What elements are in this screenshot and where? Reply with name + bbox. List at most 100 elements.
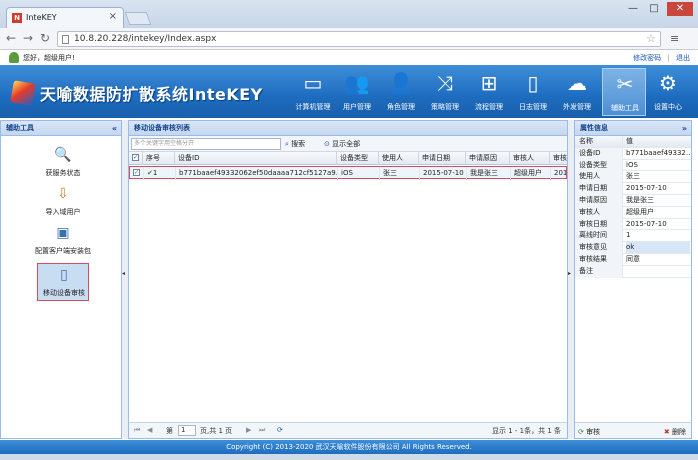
audit-button[interactable]: ⟳ 审核 [578, 427, 600, 437]
prop-key: 审核结果 [575, 253, 623, 266]
tool-mobile-device-audit[interactable]: ▯ 移动设备审核 [37, 263, 89, 301]
nav-settings-center[interactable]: ⚙ 设置中心 [646, 68, 690, 116]
prop-key: 审核意见 [575, 242, 623, 254]
change-password-link[interactable]: 修改密码 [633, 54, 661, 62]
col-auditor[interactable]: 审核人 [510, 152, 550, 165]
nav-policy-management[interactable]: ⤨ 策略管理 [423, 68, 467, 116]
prev-page-icon[interactable]: ◀ [147, 426, 152, 434]
nav-label: 外发管理 [563, 103, 591, 111]
tool-client-package[interactable]: ▣ 配置客户端安装包 [35, 222, 91, 260]
nav-outgoing-management[interactable]: ☁ 外发管理 [555, 68, 599, 116]
last-page-icon[interactable]: ⏭ [259, 426, 265, 435]
nav-label: 计算机管理 [295, 103, 331, 111]
prop-key: 申请原因 [575, 194, 623, 207]
property-row[interactable]: 设备类型 iOS [575, 159, 691, 172]
next-page-icon[interactable]: ▶ [246, 426, 251, 434]
url-field[interactable]: 10.8.20.228/intekey/Index.aspx ☆ [57, 31, 661, 47]
show-all-button[interactable]: ⊙ 显示全部 [324, 139, 360, 149]
cell-apply-reason: 我是张三 [467, 167, 511, 180]
property-row[interactable]: 审核意见 ok [575, 242, 691, 254]
mobile-device-icon: ▯ [60, 267, 68, 283]
panel-header: 属性信息 » [575, 121, 691, 136]
computer-icon: ▭ [303, 71, 323, 95]
nav-user-management[interactable]: 👥 用户管理 [335, 68, 379, 116]
property-panel: 属性信息 » 名称 值 设备ID b771baaef49332... 设备类型 iO… [574, 120, 692, 439]
search-button[interactable]: ⌕ 搜索 [285, 139, 305, 149]
tab-close-icon[interactable]: × [109, 11, 117, 22]
bookmark-star-icon[interactable]: ☆ [646, 32, 656, 45]
back-arrow-icon[interactable]: ← [4, 31, 18, 45]
nav-role-management[interactable]: 👤 角色管理 [379, 68, 423, 116]
browser-titlebar: N InteKEY × — □ ✕ [0, 0, 698, 28]
nav-label: 辅助工具 [611, 104, 639, 112]
prop-value: b771baaef49332... [626, 148, 690, 157]
property-row[interactable]: 审核人 超级用户 [575, 206, 691, 219]
prop-key: 审核人 [575, 206, 623, 219]
tool-service-status[interactable]: 🔍 获服务状态 [37, 144, 89, 182]
col-index[interactable]: 序号 [143, 152, 175, 165]
prop-key: 申请日期 [575, 183, 623, 195]
nav-label: 日志管理 [519, 103, 547, 111]
nav-computer-management[interactable]: ▭ 计算机管理 [291, 68, 335, 116]
prop-value: 2015-07-10 [626, 184, 667, 193]
select-all-checkbox[interactable]: ✓ [129, 152, 143, 165]
refresh-icon[interactable]: ⟳ [277, 426, 283, 434]
minimize-button[interactable]: — [624, 2, 642, 16]
browser-tab[interactable]: N InteKEY × [6, 7, 124, 28]
cell-auditor: 超级用户 [511, 167, 551, 180]
address-bar: ← → ↻ 10.8.20.228/intekey/Index.aspx ☆ ≡ [0, 28, 698, 50]
property-row[interactable]: 备注 [575, 265, 691, 278]
property-row[interactable]: 审核结果 同意 [575, 253, 691, 266]
col-apply-date[interactable]: 申请日期 [419, 152, 466, 165]
col-device-type[interactable]: 设备类型 [337, 152, 379, 165]
device-audit-grid: ✓ 序号 设备ID 设备类型 使用人 申请日期 申请原因 审核人 审核 ✓ ✔1… [129, 152, 567, 422]
reload-icon[interactable]: ↻ [38, 31, 52, 45]
page-total: 页,共 1 页 [200, 427, 233, 435]
col-audit[interactable]: 审核 [550, 152, 567, 165]
cell-apply-date: 2015-07-10 [420, 167, 467, 180]
show-all-icon: ⊙ [324, 140, 330, 148]
forward-arrow-icon[interactable]: → [21, 31, 35, 45]
logout-link[interactable]: 退出 [676, 54, 690, 62]
tool-label: 移动设备审核 [43, 289, 85, 297]
first-page-icon[interactable]: ⏮ [134, 426, 140, 435]
browser-menu-icon[interactable]: ≡ [670, 32, 679, 45]
nav-label: 角色管理 [387, 103, 415, 111]
prop-name-header: 名称 [575, 136, 623, 148]
panel-title: 辅助工具 [6, 124, 34, 132]
nav-flow-management[interactable]: ⊞ 流程管理 [467, 68, 511, 116]
new-tab-button[interactable] [124, 12, 152, 25]
panel-header: 移动设备审核列表 [129, 121, 567, 136]
panel-header: 辅助工具 « [1, 121, 121, 136]
property-row[interactable]: 设备ID b771baaef49332... [575, 147, 691, 160]
cell-device-id: b771baaef49332062ef50daaaa712cf5127a9... [176, 167, 338, 180]
row-checkbox[interactable]: ✓ [130, 167, 144, 180]
nav-label: 流程管理 [475, 103, 503, 111]
nav-log-management[interactable]: ▯ 日志管理 [511, 68, 555, 116]
window-close-button[interactable]: ✕ [667, 2, 693, 16]
send-icon: ☁ [567, 71, 587, 95]
page-number-input[interactable]: 1 [178, 425, 196, 436]
nav-label: 用户管理 [343, 103, 371, 111]
cell-device-type: iOS [338, 167, 380, 180]
prop-value[interactable]: ok [626, 242, 690, 254]
col-device-id[interactable]: 设备ID [175, 152, 337, 165]
delete-button[interactable]: ✖ 删除 [664, 427, 686, 437]
prop-value-header: 值 [626, 137, 633, 145]
property-row[interactable]: 申请日期 2015-07-10 [575, 183, 691, 195]
expand-icon[interactable]: » [682, 121, 687, 136]
search-input[interactable]: 多个关键字用空格分开 [131, 138, 281, 150]
user-bar: 您好，超级用户! 修改密码 | 退出 [0, 51, 698, 65]
col-user[interactable]: 使用人 [379, 152, 419, 165]
table-row[interactable]: ✓ ✔1 b771baaef49332062ef50daaaa712cf5127… [129, 166, 567, 180]
collapse-icon[interactable]: « [112, 121, 117, 136]
property-row[interactable]: 使用人 张三 [575, 171, 691, 184]
property-row[interactable]: 离线时间 1 [575, 230, 691, 243]
property-row[interactable]: 审核日期 2015-07-10 [575, 218, 691, 231]
property-row[interactable]: 申请原因 我是张三 [575, 194, 691, 207]
tool-import-domain-users[interactable]: ⇩ 导入域用户 [37, 183, 89, 221]
maximize-button[interactable]: □ [645, 2, 663, 16]
roles-icon: 👤 [388, 71, 414, 95]
col-apply-reason[interactable]: 申请原因 [466, 152, 510, 165]
nav-auxiliary-tools[interactable]: ✂ 辅助工具 [602, 68, 646, 116]
